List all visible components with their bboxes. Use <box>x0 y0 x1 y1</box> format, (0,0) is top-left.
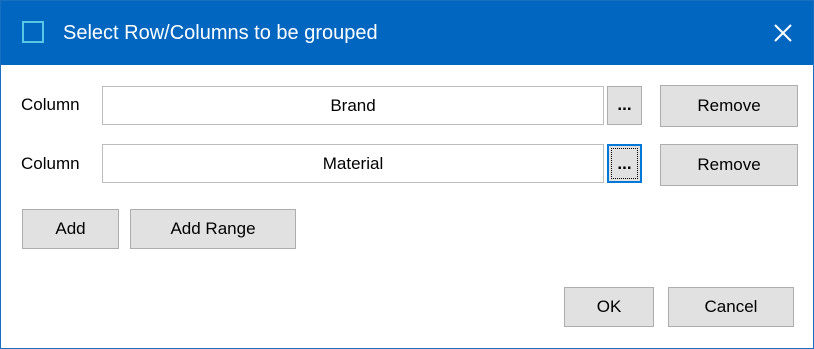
column-2-remove-button[interactable]: Remove <box>660 144 798 186</box>
ok-button[interactable]: OK <box>564 287 654 327</box>
column-2-field[interactable]: Material <box>102 144 604 183</box>
row-1-label: Column <box>21 95 80 114</box>
column-1-field[interactable]: Brand <box>102 86 604 125</box>
focus-ring <box>611 148 638 179</box>
group-columns-dialog: Select Row/Columns to be grouped Column … <box>0 0 814 349</box>
add-range-button[interactable]: Add Range <box>130 209 296 249</box>
dialog-title: Select Row/Columns to be grouped <box>63 22 378 44</box>
row-2-label: Column <box>21 154 80 173</box>
cancel-button[interactable]: Cancel <box>668 287 794 327</box>
column-1-remove-button[interactable]: Remove <box>660 85 798 127</box>
close-button[interactable] <box>761 13 805 53</box>
close-icon <box>774 24 792 42</box>
add-button[interactable]: Add <box>22 209 119 249</box>
column-1-browse-button[interactable]: ... <box>607 86 642 125</box>
title-bar: Select Row/Columns to be grouped <box>1 1 813 65</box>
column-2-browse-button[interactable]: ... <box>607 144 642 183</box>
window-icon <box>22 21 44 43</box>
